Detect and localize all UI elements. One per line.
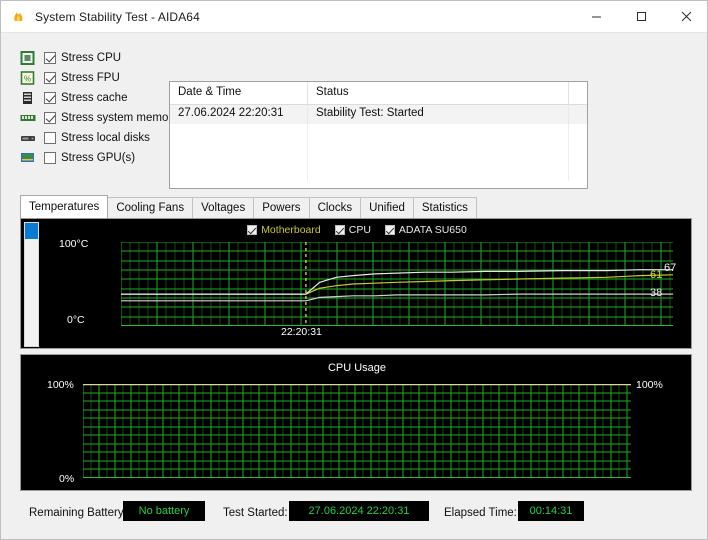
legend-item-motherboard[interactable]: Motherboard — [247, 224, 321, 236]
legend-checkbox[interactable] — [384, 225, 395, 235]
aida64-stability-window: System Stability Test - AIDA64 Stress CP… — [0, 0, 708, 540]
log-header-row: Date & Time Status — [170, 82, 587, 105]
elapsed-time-label: Elapsed Time: — [444, 507, 517, 519]
temp-axis-label-bottom: 0°C — [67, 314, 85, 326]
stress-option-row[interactable]: Stress CPU — [20, 49, 180, 67]
tab-label: Cooling Fans — [116, 202, 185, 214]
window-controls — [574, 1, 707, 32]
tab-clocks[interactable]: Clocks — [308, 197, 362, 218]
tab-label: Statistics — [421, 202, 468, 214]
aida64-flame-icon — [11, 9, 27, 25]
maximize-button[interactable] — [619, 1, 664, 32]
tab-label: Voltages — [201, 202, 246, 214]
cpu-axis-label-bottom-left: 0% — [59, 473, 75, 485]
hard-disk-icon — [20, 131, 36, 145]
tab-label: Clocks — [317, 202, 353, 214]
stress-option-row[interactable]: Stress local disks — [20, 129, 180, 147]
tab-label: Unified — [369, 202, 405, 214]
window-title: System Stability Test - AIDA64 — [35, 9, 200, 24]
legend-item-adata[interactable]: ADATA SU650 — [384, 224, 467, 236]
stress-cache-checkbox[interactable] — [44, 92, 56, 104]
tab-temperatures[interactable]: Temperatures — [20, 195, 109, 218]
client-area: Stress CPU % Stress FPU Stress cache Str… — [1, 32, 707, 539]
table-row[interactable]: 27.06.2024 22:20:31 Stability Test: Star… — [170, 105, 587, 124]
temp-value-cpu: 67 — [664, 262, 677, 274]
tab-unified[interactable]: Unified — [360, 197, 414, 218]
stress-option-row[interactable]: % Stress FPU — [20, 69, 180, 87]
log-empty-row — [170, 124, 587, 143]
minimize-button[interactable] — [574, 1, 619, 32]
log-column-header-status[interactable]: Status — [308, 82, 569, 105]
temp-axis-label-top: 100°C — [59, 238, 89, 250]
temp-marker-time-label: 22:20:31 — [281, 326, 322, 338]
stress-option-label: Stress GPU(s) — [61, 152, 136, 164]
stress-option-row[interactable]: Stress GPU(s) — [20, 149, 180, 167]
temperature-chart-scrollbar[interactable] — [24, 222, 39, 347]
tab-label: Powers — [262, 202, 301, 214]
close-button[interactable] — [664, 1, 707, 32]
elapsed-time-value: 00:14:31 — [518, 501, 584, 521]
temp-value-motherboard: 61 — [650, 269, 663, 281]
log-column-header-extra[interactable] — [569, 82, 587, 105]
memory-ram-icon — [20, 111, 36, 125]
log-cell-datetime: 27.06.2024 22:20:31 — [170, 105, 308, 124]
log-cell-extra — [569, 105, 587, 124]
log-cell-status: Stability Test: Started — [308, 105, 569, 124]
log-empty-row — [170, 143, 587, 162]
fpu-percent-icon: % — [20, 71, 36, 85]
stress-option-label: Stress FPU — [61, 72, 120, 84]
legend-label: CPU — [348, 224, 371, 236]
stress-option-label: Stress CPU — [61, 52, 122, 64]
log-column-header-datetime[interactable]: Date & Time — [170, 82, 308, 105]
legend-label: Motherboard — [261, 224, 321, 236]
cpu-axis-label-top-left: 100% — [47, 379, 74, 391]
stress-option-label: Stress local disks — [61, 132, 150, 144]
stress-option-row[interactable]: Stress system memory — [20, 109, 180, 127]
cpu-usage-chart-panel: CPU Usage 100% 0% 100% — [20, 354, 692, 491]
temperature-chart-panel: Motherboard CPU ADATA SU650 — [20, 218, 692, 349]
cache-module-icon — [20, 91, 36, 105]
cpu-usage-title: CPU Usage — [327, 362, 387, 374]
battery-label: Remaining Battery: — [29, 507, 127, 519]
tab-statistics[interactable]: Statistics — [412, 197, 477, 218]
gpu-display-icon — [20, 151, 36, 165]
tab-cooling-fans[interactable]: Cooling Fans — [107, 197, 194, 218]
title-bar: System Stability Test - AIDA64 — [1, 1, 707, 32]
test-started-label: Test Started: — [223, 507, 288, 519]
stress-memory-checkbox[interactable] — [44, 112, 56, 124]
temperature-plot — [121, 242, 673, 326]
stress-options-list: Stress CPU % Stress FPU Stress cache Str… — [20, 49, 180, 169]
battery-value: No battery — [123, 501, 205, 521]
stress-option-label: Stress system memory — [61, 112, 178, 124]
cpu-usage-plot — [83, 384, 631, 478]
legend-label: ADATA SU650 — [398, 224, 467, 236]
test-started-value: 27.06.2024 22:20:31 — [289, 501, 429, 521]
stress-gpu-checkbox[interactable] — [44, 152, 56, 164]
stress-disks-checkbox[interactable] — [44, 132, 56, 144]
svg-text:%: % — [24, 75, 31, 84]
tab-label: Temperatures — [29, 201, 100, 213]
status-log-list[interactable]: Date & Time Status 27.06.2024 22:20:31 S… — [169, 81, 588, 189]
temp-value-adata: 38 — [650, 287, 663, 299]
temperature-chart-legend: Motherboard CPU ADATA SU650 — [21, 222, 691, 238]
log-empty-row — [170, 162, 587, 181]
legend-item-cpu[interactable]: CPU — [334, 224, 371, 236]
tab-powers[interactable]: Powers — [253, 197, 310, 218]
stress-fpu-checkbox[interactable] — [44, 72, 56, 84]
stress-option-row[interactable]: Stress cache — [20, 89, 180, 107]
legend-checkbox[interactable] — [334, 225, 345, 235]
cpu-chip-icon — [20, 51, 36, 65]
status-strip: Remaining Battery: No battery Test Start… — [1, 499, 707, 529]
stress-option-label: Stress cache — [61, 92, 128, 104]
cpu-axis-label-top-right: 100% — [636, 379, 663, 391]
stress-cpu-checkbox[interactable] — [44, 52, 56, 64]
chart-tab-bar: Temperatures Cooling Fans Voltages Power… — [20, 195, 692, 218]
legend-checkbox[interactable] — [247, 225, 258, 235]
tab-voltages[interactable]: Voltages — [192, 197, 255, 218]
